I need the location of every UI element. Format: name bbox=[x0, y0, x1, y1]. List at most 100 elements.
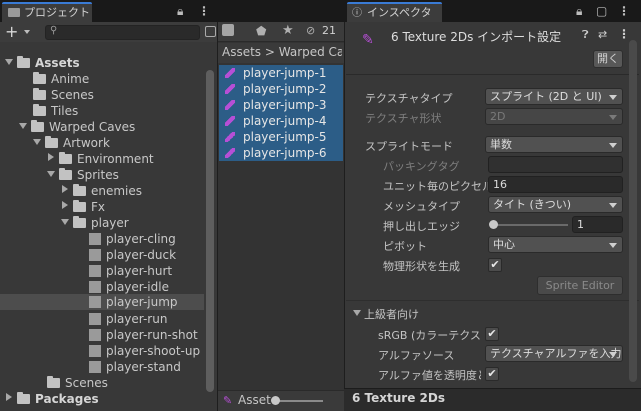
more-menu-icon[interactable]: ⋮ bbox=[198, 4, 210, 18]
collapse-arrow-icon[interactable] bbox=[48, 153, 54, 161]
tree-item-scenes[interactable]: Scenes bbox=[33, 87, 94, 103]
alpha-source-dropdown[interactable]: テクスチャアルファを入力 bbox=[485, 345, 623, 362]
info-icon: ⓘ bbox=[352, 8, 362, 19]
collapse-arrow-icon[interactable] bbox=[62, 201, 68, 209]
collapse-arrow-icon[interactable] bbox=[62, 185, 68, 193]
sprite-icon bbox=[225, 116, 235, 126]
tree-item-scenes-2[interactable]: Scenes bbox=[47, 375, 108, 391]
tab-project[interactable]: プロジェクト bbox=[2, 2, 92, 22]
hidden-packages-icon[interactable]: ⊘ bbox=[306, 24, 315, 37]
asset-item-player-jump-3[interactable]: player-jump-3 bbox=[219, 97, 343, 113]
tree-item-tiles[interactable]: Tiles bbox=[33, 103, 78, 119]
filter-icon[interactable] bbox=[205, 26, 216, 37]
extrude-slider-track[interactable] bbox=[490, 224, 568, 226]
asset-item-player-jump-6[interactable]: player-jump-6 bbox=[219, 145, 343, 161]
lock-icon[interactable]: 🔒︎ bbox=[177, 4, 183, 19]
label-tag-icon[interactable]: ⬟ bbox=[256, 24, 266, 38]
expand-arrow-icon[interactable] bbox=[33, 139, 41, 145]
advanced-foldout-arrow-icon[interactable] bbox=[353, 310, 361, 316]
expand-arrow-icon[interactable] bbox=[47, 171, 55, 177]
favorite-star-icon[interactable]: ★ bbox=[282, 23, 294, 38]
tree-item-player-run[interactable]: player-run bbox=[89, 311, 167, 327]
inspector-lock-icon[interactable]: 🔒︎ bbox=[576, 4, 582, 19]
tree-item-player-shoot-up[interactable]: player-shoot-up bbox=[89, 343, 200, 359]
texture-type-dropdown[interactable]: スプライト (2D と UI) bbox=[485, 88, 623, 105]
folder-icon bbox=[47, 376, 60, 388]
texture-icon bbox=[89, 233, 101, 245]
asset-footer-label: Asset bbox=[238, 393, 271, 407]
tree-item-player-hurt[interactable]: player-hurt bbox=[89, 263, 172, 279]
search-by-type-icon[interactable] bbox=[222, 24, 234, 36]
srgb-checkbox[interactable]: ✔ bbox=[485, 327, 499, 341]
pivot-label: ピボット bbox=[383, 240, 427, 253]
thumbnail-size-slider-track[interactable] bbox=[275, 400, 323, 402]
pivot-dropdown[interactable]: 中心 bbox=[488, 236, 623, 253]
tree-item-player-cling[interactable]: player-cling bbox=[89, 231, 176, 247]
maximize-icon[interactable]: ▢ bbox=[596, 4, 607, 18]
sprite-icon bbox=[225, 68, 235, 78]
tree-item-player-idle[interactable]: player-idle bbox=[89, 279, 169, 295]
alpha-is-transparency-checkbox[interactable]: ✔ bbox=[485, 367, 499, 381]
asset-item-player-jump-5[interactable]: player-jump-5 bbox=[219, 129, 343, 145]
sprite-mode-dropdown[interactable]: 単数 bbox=[485, 136, 623, 153]
folder-icon bbox=[73, 200, 86, 212]
texture-icon bbox=[89, 345, 101, 357]
tree-item-player-duck[interactable]: player-duck bbox=[89, 247, 176, 263]
expand-arrow-icon[interactable] bbox=[61, 219, 69, 225]
thumbnail-size-slider-handle[interactable] bbox=[271, 396, 280, 405]
tree-item-player[interactable]: player bbox=[61, 215, 129, 231]
folder-icon bbox=[17, 392, 30, 404]
tree-item-warped-caves[interactable]: Warped Caves bbox=[19, 119, 135, 135]
alpha-is-transparency-label: アルファ値を透明度とし bbox=[378, 369, 481, 382]
packing-tag-label: パッキングタグ bbox=[383, 160, 460, 173]
tree-item-enemies[interactable]: enemies bbox=[61, 183, 142, 199]
inspector-scrollbar[interactable] bbox=[629, 40, 637, 382]
texture-shape-label: テクスチャ形状 bbox=[365, 112, 442, 125]
texture-icon bbox=[89, 313, 101, 325]
sprite-icon bbox=[225, 100, 235, 110]
advanced-foldout-label[interactable]: 上級者向け bbox=[364, 306, 419, 322]
add-button[interactable]: + bbox=[5, 22, 18, 42]
dropdown-caret-icon bbox=[609, 203, 617, 208]
component-menu-icon[interactable]: ⋮ bbox=[618, 27, 630, 41]
presets-icon[interactable]: ⇄ bbox=[598, 28, 607, 41]
generate-physics-checkbox[interactable]: ✔ bbox=[488, 258, 502, 272]
add-dropdown-caret-icon[interactable] bbox=[24, 30, 30, 34]
tree-item-fx[interactable]: Fx bbox=[61, 199, 105, 215]
pixels-per-unit-field[interactable]: 16 bbox=[488, 176, 623, 193]
tree-item-assets[interactable]: Assets bbox=[5, 55, 80, 71]
tree-item-sprites[interactable]: Sprites bbox=[47, 167, 119, 183]
expand-arrow-icon[interactable] bbox=[5, 59, 13, 65]
tab-inspector[interactable]: ⓘ インスペクター bbox=[347, 2, 442, 37]
help-icon[interactable]: ❓︎ bbox=[582, 28, 589, 42]
extrude-edges-field[interactable]: 1 bbox=[572, 216, 623, 233]
inspector-more-menu-icon[interactable]: ⋮ bbox=[618, 4, 630, 18]
open-button[interactable]: 開く bbox=[593, 50, 623, 68]
tree-item-environment[interactable]: Environment bbox=[47, 151, 154, 167]
extrude-slider-handle[interactable] bbox=[489, 220, 498, 229]
asset-item-player-jump-4[interactable]: player-jump-4 bbox=[219, 113, 343, 129]
project-search-input[interactable]: ⚲ bbox=[45, 25, 200, 40]
sprite-editor-button[interactable]: Sprite Editor bbox=[537, 276, 623, 295]
folder-icon bbox=[33, 104, 46, 116]
section-divider bbox=[346, 300, 639, 301]
texture-icon bbox=[89, 329, 101, 341]
breadcrumb[interactable]: Assets > Warped Cav bbox=[222, 45, 342, 59]
dropdown-caret-icon bbox=[609, 352, 617, 357]
asset-item-player-jump-2[interactable]: player-jump-2 bbox=[219, 81, 343, 97]
expand-arrow-icon[interactable] bbox=[19, 123, 27, 129]
tree-item-artwork[interactable]: Artwork bbox=[33, 135, 110, 151]
texture-type-label: テクスチャタイプ bbox=[365, 92, 453, 105]
extrude-edges-label: 押し出しエッジ bbox=[383, 220, 460, 233]
tree-item-player-stand[interactable]: player-stand bbox=[89, 359, 181, 375]
tree-scrollbar[interactable] bbox=[206, 70, 214, 392]
tree-item-anime[interactable]: Anime bbox=[33, 71, 89, 87]
mesh-type-dropdown[interactable]: タイト (きつい) bbox=[488, 196, 623, 213]
collapse-arrow-icon[interactable] bbox=[6, 393, 12, 401]
tree-item-player-jump[interactable]: player-jump bbox=[0, 294, 204, 310]
asset-item-player-jump-1[interactable]: player-jump-1 bbox=[219, 65, 343, 81]
tree-item-player-run-shot[interactable]: player-run-shot bbox=[89, 327, 198, 343]
tree-item-packages[interactable]: Packages bbox=[5, 391, 99, 407]
folder-icon bbox=[33, 72, 46, 84]
alpha-source-label: アルファソース bbox=[378, 349, 455, 362]
